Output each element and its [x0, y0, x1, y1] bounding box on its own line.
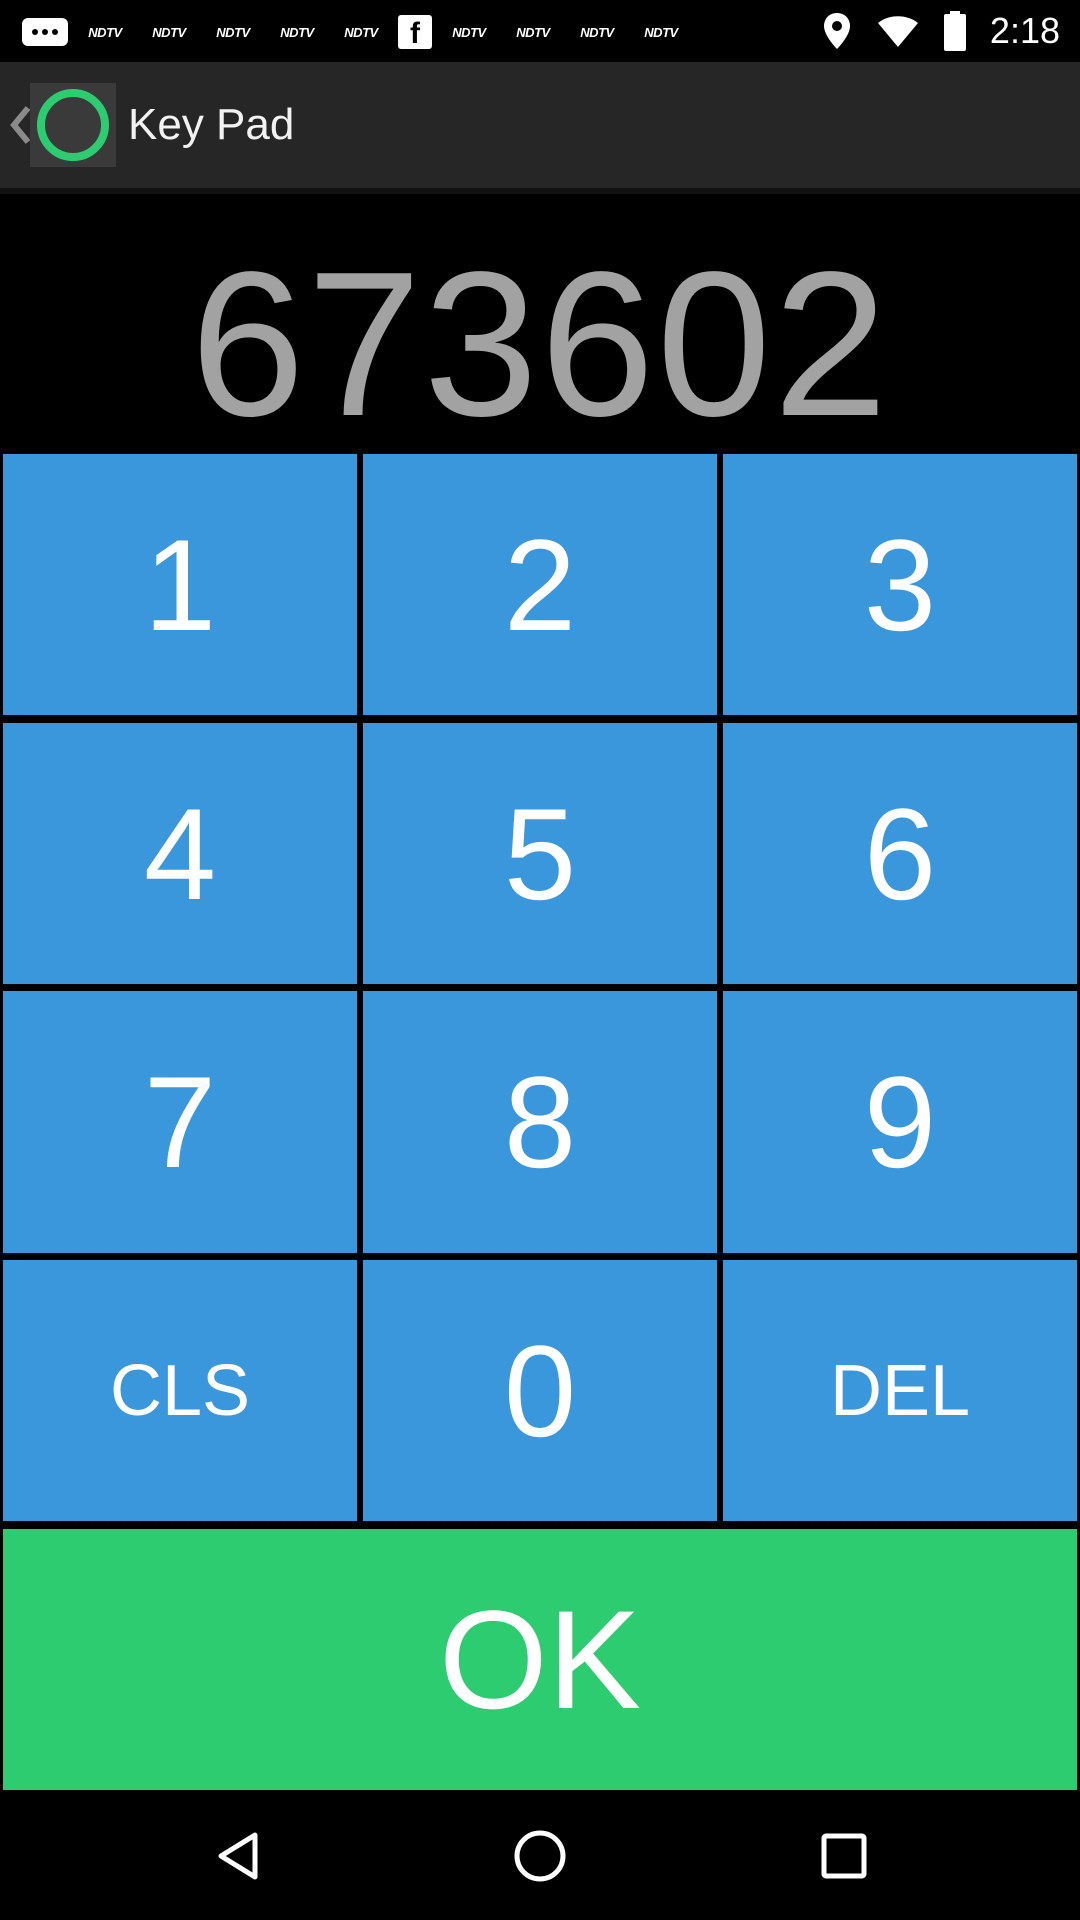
- location-icon: [823, 13, 850, 49]
- delete-button[interactable]: DEL: [723, 1260, 1077, 1521]
- back-triangle-icon: [218, 1832, 258, 1880]
- key-9-button[interactable]: 9: [723, 991, 1077, 1253]
- clock: 2:18: [989, 10, 1060, 51]
- message-icon: [22, 18, 68, 46]
- clear-button[interactable]: CLS: [3, 1260, 357, 1521]
- app-circle-icon: [37, 89, 109, 161]
- status-bar: NDTV NDTV NDTV NDTV NDTV f NDTV NDTV NDT…: [0, 0, 1080, 62]
- facebook-icon: f: [398, 15, 432, 50]
- navigation-bar: [0, 1792, 1080, 1920]
- ndtv-notification-icon: NDTV: [344, 24, 378, 40]
- wifi-icon: [877, 16, 918, 47]
- key-4-button[interactable]: 4: [3, 723, 357, 984]
- key-5-button[interactable]: 5: [363, 723, 717, 984]
- system-icons: 2:18: [822, 8, 1060, 54]
- pin-display-value: 673602: [190, 229, 890, 459]
- key-7-button[interactable]: 7: [3, 991, 357, 1253]
- ndtv-notification-icon: NDTV: [152, 24, 186, 40]
- home-circle-icon: [514, 1830, 566, 1882]
- key-0-button[interactable]: 0: [363, 1260, 717, 1521]
- action-bar: Key Pad: [0, 62, 1080, 188]
- key-2-button[interactable]: 2: [363, 454, 717, 715]
- app-icon[interactable]: [30, 83, 116, 167]
- ndtv-notification-icon: NDTV: [644, 24, 678, 40]
- battery-icon: [943, 11, 966, 51]
- key-1-button[interactable]: 1: [3, 454, 357, 715]
- nav-home-button[interactable]: [504, 1820, 576, 1892]
- pin-display: 673602: [0, 194, 1080, 454]
- ndtv-notification-icon: NDTV: [280, 24, 314, 40]
- ndtv-notification-icon: NDTV: [580, 24, 614, 40]
- nav-recents-button[interactable]: [808, 1820, 880, 1892]
- key-6-button[interactable]: 6: [723, 723, 1077, 984]
- ndtv-notification-icon: NDTV: [216, 24, 250, 40]
- recents-square-icon: [821, 1833, 867, 1879]
- ndtv-notification-icon: NDTV: [516, 24, 550, 40]
- nav-back-button[interactable]: [202, 1820, 274, 1892]
- notification-area: NDTV NDTV NDTV NDTV NDTV f NDTV NDTV NDT…: [22, 12, 688, 52]
- ok-button[interactable]: OK: [3, 1529, 1077, 1790]
- key-3-button[interactable]: 3: [723, 454, 1077, 715]
- page-title: Key Pad: [128, 100, 295, 149]
- ndtv-notification-icon: NDTV: [88, 24, 122, 40]
- key-8-button[interactable]: 8: [363, 991, 717, 1253]
- ndtv-notification-icon: NDTV: [452, 24, 486, 40]
